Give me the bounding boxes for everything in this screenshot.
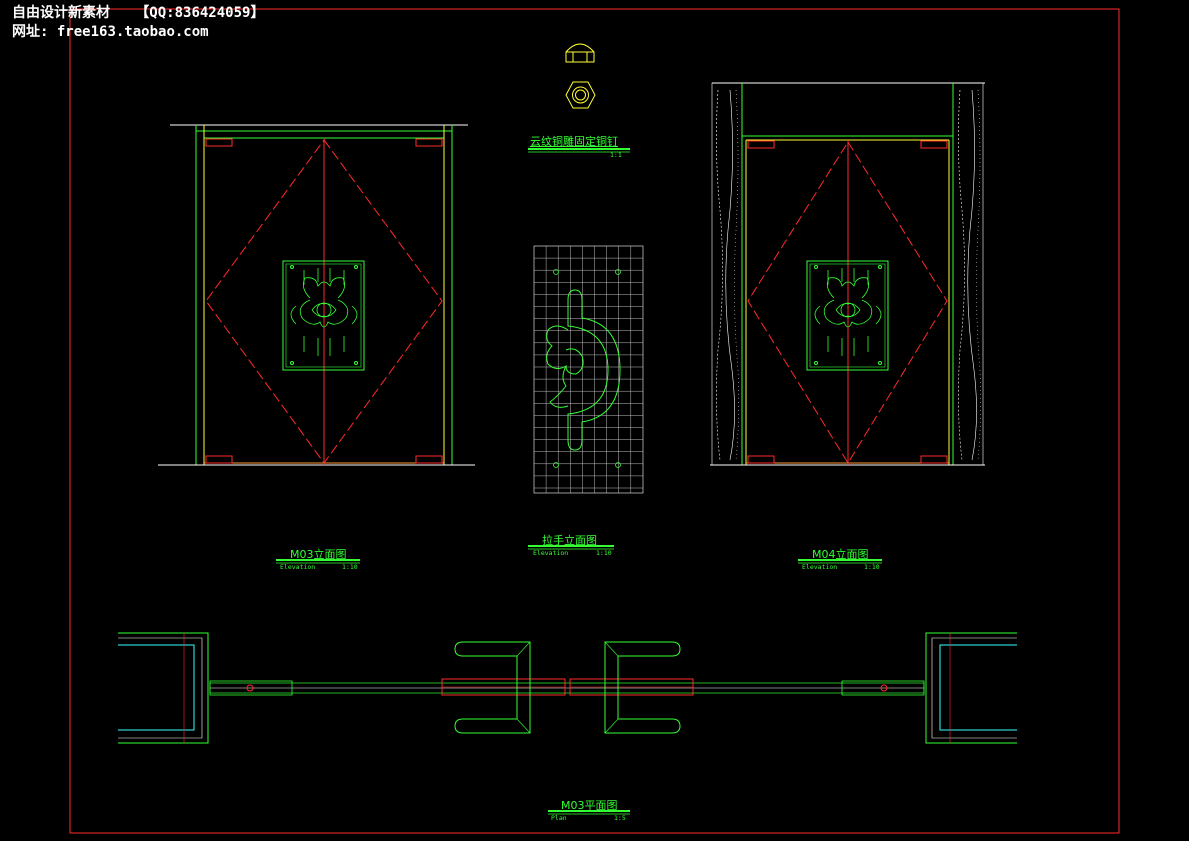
m03-elevation-door — [158, 124, 475, 564]
watermark-name: 自由设计新素材 — [12, 5, 110, 21]
m04-elevation-scale: 1:10 — [864, 563, 880, 571]
watermark-url: free163.taobao.com — [56, 24, 209, 40]
nail-detail-scale: 1:1 — [610, 151, 622, 159]
dome-nail-side-icon — [565, 43, 595, 63]
cad-drawing-canvas — [69, 8, 1120, 834]
m04-elevation-title: M04立面图 — [812, 548, 869, 561]
hexagon-nail-top-icon — [565, 81, 596, 109]
handle-elevation-title: 拉手立面图 — [542, 534, 597, 547]
m04-elevation-sub: Elevation — [802, 563, 838, 571]
watermark-url-label: 网址: — [12, 24, 49, 40]
nail-detail-title: 云纹铜雕固定铜钉 — [530, 135, 618, 148]
m03-plan-view — [118, 632, 1017, 815]
m03-plan-title: M03平面图 — [561, 799, 618, 812]
watermark-line-1: 自由设计新素材 【QQ:836424059】 — [12, 4, 264, 22]
m04-elevation-door — [710, 82, 985, 564]
handle-elevation-scale: 1:10 — [596, 549, 612, 557]
m03-elevation-sub: Elevation — [280, 563, 316, 571]
watermark-line-2: 网址: free163.taobao.com — [12, 23, 209, 41]
m03-elevation-scale: 1:10 — [342, 563, 358, 571]
handle-grid — [534, 246, 643, 493]
handle-shape — [546, 289, 621, 451]
handle-elevation-sub: Elevation — [533, 549, 569, 557]
m03-plan-sub: Plan — [551, 814, 567, 822]
handle-elevation — [528, 245, 644, 550]
m03-plan-scale: 1:5 — [614, 814, 626, 822]
watermark-qq: 【QQ:836424059】 — [135, 5, 265, 21]
m03-elevation-title: M03立面图 — [290, 548, 347, 561]
